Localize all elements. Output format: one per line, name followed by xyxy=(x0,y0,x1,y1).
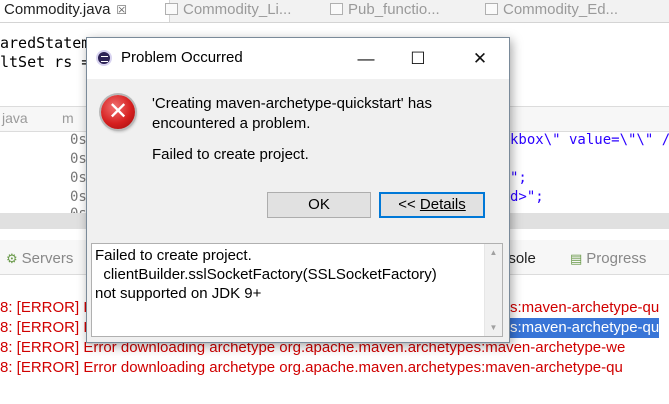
tab-m[interactable]: m xyxy=(62,110,74,126)
editor-tab-bar: Commodity.java ☒ Commodity_Li... Pub_func… xyxy=(0,0,669,23)
tab-servers[interactable]: ⚙ Servers xyxy=(6,250,73,267)
details-text: Failed to create project. clientBuilder.… xyxy=(95,247,437,302)
tab-label: Commodity_Li... xyxy=(183,1,292,18)
dialog-title: Problem Occurred xyxy=(121,49,243,66)
file-icon xyxy=(485,3,498,15)
tab-commodity-java[interactable]: Commodity.java ☒ xyxy=(0,0,170,22)
tab-java[interactable]: java xyxy=(2,110,28,126)
ok-button[interactable]: OK xyxy=(267,192,371,218)
code-fragment: d>"; xyxy=(510,189,544,205)
maximize-button[interactable]: ☐ xyxy=(395,38,441,79)
file-icon xyxy=(330,3,343,15)
console-line: 8: [ERROR] Error downloading archetype o… xyxy=(0,359,623,376)
details-button[interactable]: << Details xyxy=(379,192,485,218)
code-line: 0s xyxy=(70,205,87,213)
dialog-titlebar[interactable]: Problem Occurred — ☐ ✕ xyxy=(87,38,509,79)
eclipse-icon xyxy=(96,50,112,66)
code-line: aredStatem xyxy=(0,34,91,52)
tab-label: Commodity_Ed... xyxy=(503,1,619,18)
code-line: 0s xyxy=(70,132,87,148)
tab-commodity-ed[interactable]: Commodity_Ed... xyxy=(481,0,669,22)
tab-close-icon[interactable]: ☒ xyxy=(116,3,127,17)
code-line: 0s xyxy=(70,170,87,186)
scroll-down-icon[interactable]: ▼ xyxy=(485,323,502,332)
details-scrollbar[interactable]: ▲ ▼ xyxy=(484,244,502,336)
tab-label: Commodity.java xyxy=(4,1,111,18)
error-sub-message: Failed to create project. xyxy=(152,146,309,163)
error-icon: ✕ xyxy=(101,95,135,129)
code-fragment: "; xyxy=(510,170,527,186)
details-text-area[interactable]: Failed to create project. clientBuilder.… xyxy=(91,243,503,337)
progress-icon: ▤ xyxy=(570,251,583,266)
problem-dialog: Problem Occurred — ☐ ✕ ✕ 'Creating maven… xyxy=(86,37,510,343)
file-icon xyxy=(165,3,178,15)
close-button[interactable]: ✕ xyxy=(457,38,503,79)
servers-icon: ⚙ xyxy=(6,251,18,266)
code-line: ltSet rs = xyxy=(0,53,91,71)
code-line: 0s xyxy=(70,151,87,167)
minimize-button[interactable]: — xyxy=(343,38,389,79)
scroll-up-icon[interactable]: ▲ xyxy=(485,248,502,257)
tab-pub-functio[interactable]: Pub_functio... xyxy=(326,0,486,22)
tab-progress[interactable]: ▤ Progress xyxy=(570,250,646,267)
error-message: 'Creating maven-archetype-quickstart' ha… xyxy=(152,95,433,132)
code-fragment: kbox\" value=\"\" /> xyxy=(510,132,669,148)
tab-label: Pub_functio... xyxy=(348,1,440,18)
tab-commodity-li[interactable]: Commodity_Li... xyxy=(161,0,331,22)
